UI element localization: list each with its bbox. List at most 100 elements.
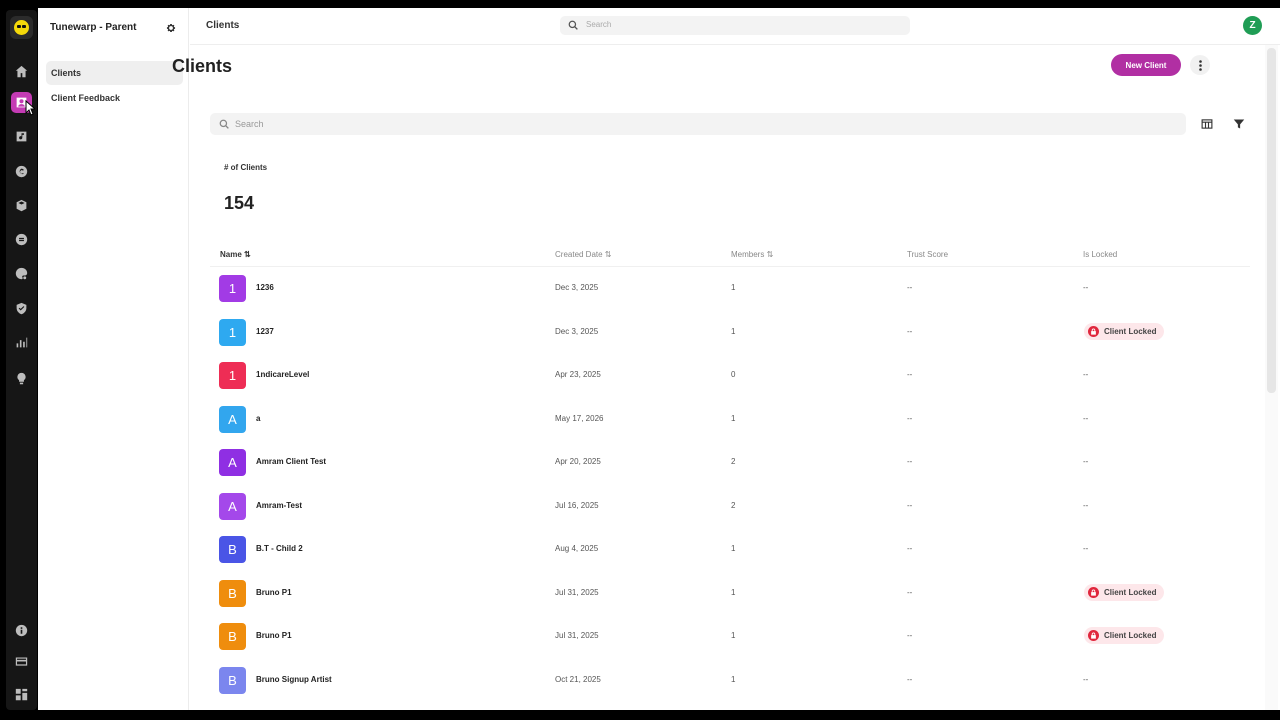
box-icon[interactable] xyxy=(11,195,32,216)
members-count: 1 xyxy=(731,674,736,684)
app-frame: Tunewarp - Parent Clients Client Feedbac… xyxy=(0,0,1280,720)
created-date: Jul 31, 2025 xyxy=(555,631,599,640)
client-name[interactable]: Amram Client Test xyxy=(256,457,326,466)
columns-icon xyxy=(1201,119,1213,129)
filter-icon xyxy=(1233,119,1245,129)
client-name[interactable]: Bruno Signup Artist xyxy=(256,675,332,684)
user-avatar[interactable]: Z xyxy=(1243,16,1262,35)
members-count: 1 xyxy=(731,326,736,336)
copyright-icon[interactable] xyxy=(11,161,32,182)
table-row[interactable]: Aa May 17, 2026 1 -- -- xyxy=(210,398,1250,442)
locked-status-text: -- xyxy=(1083,370,1089,379)
table-header: Name ⇅ Created Date ⇅ Members ⇅ Trust Sc… xyxy=(210,241,1250,267)
members-count: 1 xyxy=(731,283,736,292)
trust-score: -- xyxy=(907,326,913,336)
chart-icon[interactable] xyxy=(11,332,32,353)
client-name[interactable]: Bruno P1 xyxy=(256,588,292,597)
trust-score: -- xyxy=(907,413,913,423)
locked-status-text: Client Locked xyxy=(1104,587,1157,597)
gear-icon[interactable] xyxy=(166,23,176,33)
created-date: Jul 16, 2025 xyxy=(555,500,599,510)
locked-status-text: -- xyxy=(1083,500,1089,510)
client-name[interactable]: 1ndicareLevel xyxy=(256,370,309,379)
clients-search-placeholder: Search xyxy=(235,119,264,129)
clients-search-input[interactable]: Search xyxy=(210,113,1186,135)
lock-icon xyxy=(1088,325,1099,337)
table-row[interactable]: B Bruno Signup Artist Oct 21, 2025 1 -- -- xyxy=(210,659,1250,703)
table-row[interactable]: 1 1ndicareLevel Apr 23, 2025 0 -- -- xyxy=(210,354,1250,398)
members-count: 1 xyxy=(731,587,736,597)
mouse-cursor-icon xyxy=(25,100,35,116)
subnav-item-client-feedback[interactable]: Client Feedback xyxy=(46,86,183,110)
client-name[interactable]: B.T - Child 2 xyxy=(256,544,303,553)
columns-button[interactable] xyxy=(1197,114,1217,134)
created-date: Oct 21, 2025 xyxy=(555,674,601,684)
client-avatar-tile: A xyxy=(219,492,246,520)
scrollbar-thumb[interactable] xyxy=(1267,48,1276,393)
more-options-button[interactable] xyxy=(1190,55,1210,75)
trust-score: -- xyxy=(907,370,913,379)
trust-score: -- xyxy=(907,631,913,640)
locked-status-text: -- xyxy=(1083,457,1089,466)
shield-icon[interactable] xyxy=(11,298,32,319)
locked-status-text: -- xyxy=(1083,544,1089,553)
column-header-name[interactable]: Name ⇅ xyxy=(220,250,251,259)
column-header-created-date[interactable]: Created Date ⇅ xyxy=(555,250,612,259)
members-count: 1 xyxy=(731,631,736,640)
table-row[interactable]: 1 1237 Dec 3, 2025 1 -- Client Locked xyxy=(210,311,1250,355)
created-date: Apr 20, 2025 xyxy=(555,457,601,466)
home-icon[interactable] xyxy=(11,61,32,82)
page-title: Clients xyxy=(172,56,233,76)
coin-icon[interactable] xyxy=(11,229,32,250)
org-name: Tunewarp - Parent xyxy=(50,22,137,33)
card-icon[interactable] xyxy=(11,651,32,672)
search-icon xyxy=(219,119,229,129)
bulb-icon[interactable] xyxy=(11,368,32,389)
lock-icon xyxy=(1088,586,1099,598)
table-row[interactable]: B Bruno P1 Jul 31, 2025 1 -- Client Locked xyxy=(210,572,1250,616)
client-name[interactable]: 1236 xyxy=(256,283,274,292)
locked-status-text: -- xyxy=(1083,413,1089,423)
table-row[interactable]: B Bruno P1 Jul 31, 2025 1 -- Client Locked xyxy=(210,615,1250,659)
client-avatar-tile: A xyxy=(219,449,246,476)
new-client-button[interactable]: New Client xyxy=(1111,54,1181,76)
dashboard-icon[interactable] xyxy=(11,684,32,705)
filter-button[interactable] xyxy=(1229,114,1249,134)
global-search-placeholder: Search xyxy=(586,20,612,29)
client-name[interactable]: Bruno P1 xyxy=(256,631,292,640)
client-name[interactable]: Amram-Test xyxy=(256,501,302,510)
trust-score: -- xyxy=(907,457,913,466)
locked-status-text: -- xyxy=(1083,674,1089,684)
client-locked-badge: Client Locked xyxy=(1084,322,1165,340)
info-icon[interactable] xyxy=(11,620,32,641)
table-row[interactable]: A Amram Client Test Apr 20, 2025 2 -- -- xyxy=(210,441,1250,485)
created-date: Aug 4, 2025 xyxy=(555,544,599,553)
palette-icon[interactable] xyxy=(11,263,32,284)
global-search-input[interactable]: Search xyxy=(560,16,910,35)
column-header-trust-score: Trust Score xyxy=(907,250,949,259)
client-avatar-tile: 1 xyxy=(219,362,246,389)
secondary-sidebar: Tunewarp - Parent Clients Client Feedbac… xyxy=(38,8,189,710)
column-header-members[interactable]: Members ⇅ xyxy=(731,250,773,259)
trust-score: -- xyxy=(907,544,913,553)
table-row[interactable]: A Amram-Test Jul 16, 2025 2 -- -- xyxy=(210,485,1250,529)
client-name[interactable]: a xyxy=(256,414,260,423)
app-logo[interactable] xyxy=(10,16,33,39)
client-avatar-tile: 1 xyxy=(219,275,246,302)
breadcrumb[interactable]: Clients xyxy=(206,20,239,31)
created-date: May 17, 2026 xyxy=(555,413,604,423)
created-date: Dec 3, 2025 xyxy=(555,283,599,292)
table-row[interactable]: 1 1236 Dec 3, 2025 1 -- -- xyxy=(210,267,1250,311)
client-avatar-tile: B xyxy=(219,536,246,563)
locked-status-text: Client Locked xyxy=(1104,631,1157,640)
client-name[interactable]: 1237 xyxy=(256,327,274,336)
top-strip xyxy=(0,0,1280,8)
table-row[interactable]: B B.T - Child 2 Aug 4, 2025 1 -- -- xyxy=(210,528,1250,572)
client-count-label: # of Clients xyxy=(224,163,268,172)
music-icon[interactable] xyxy=(11,126,32,147)
clients-table: Name ⇅ Created Date ⇅ Members ⇅ Trust Sc… xyxy=(210,241,1250,702)
top-header: Clients Search Z xyxy=(190,8,1280,45)
locked-status-text: Client Locked xyxy=(1104,326,1157,336)
subnav-item-clients[interactable]: Clients xyxy=(46,61,183,85)
client-locked-badge: Client Locked xyxy=(1084,583,1165,601)
